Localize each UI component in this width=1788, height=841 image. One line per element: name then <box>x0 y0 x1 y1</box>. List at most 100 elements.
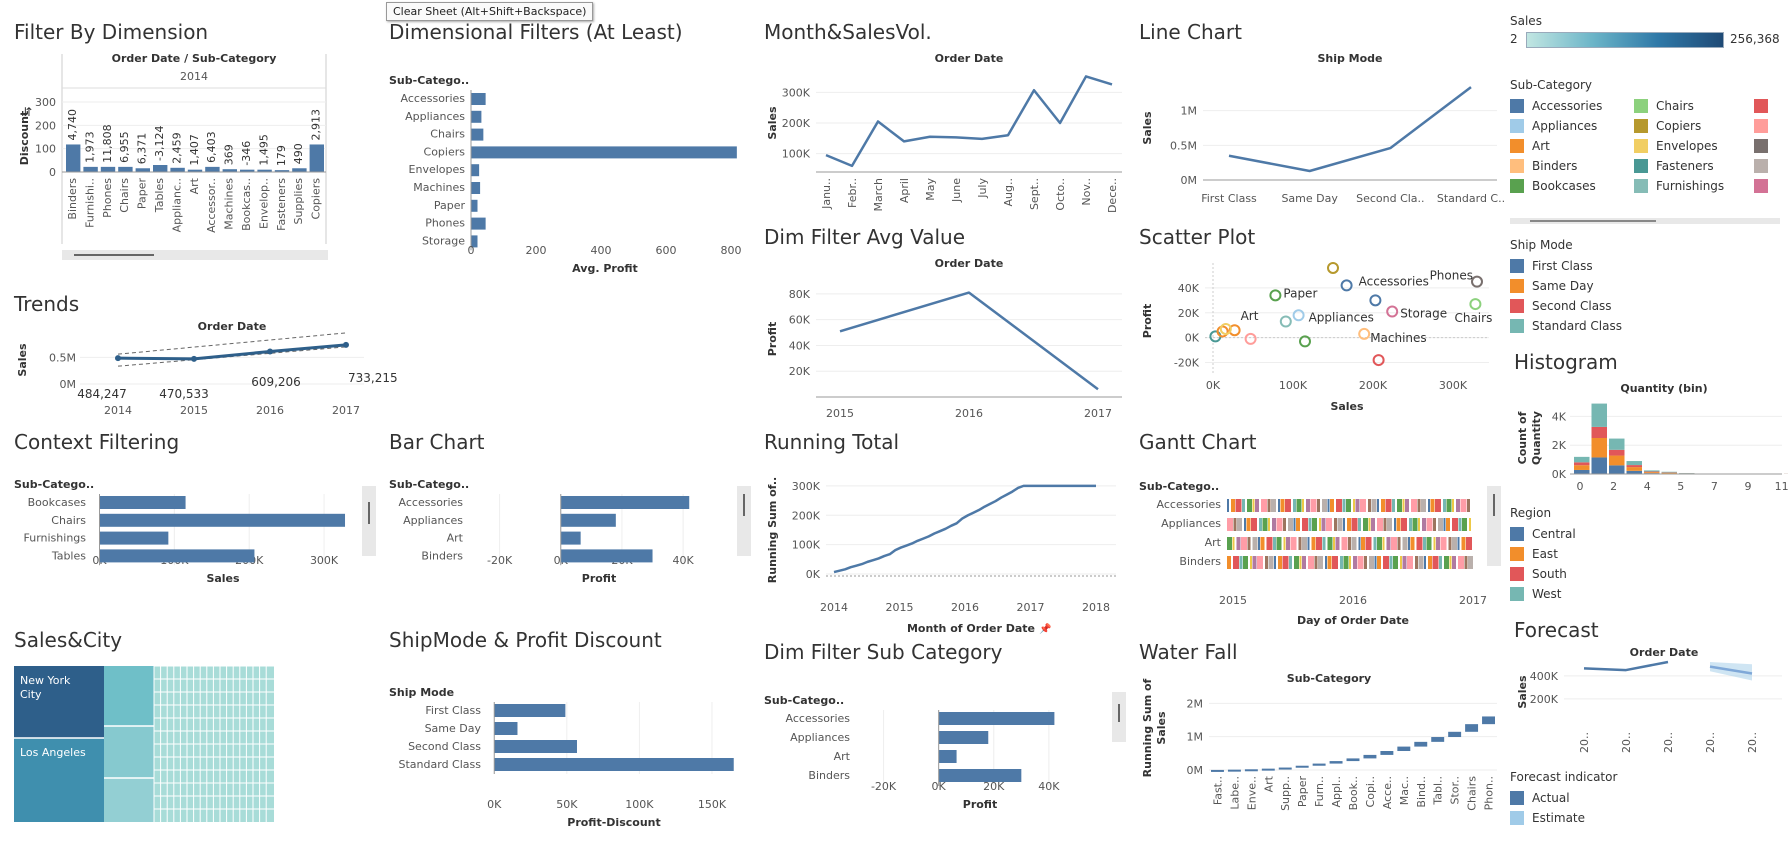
legend-item[interactable]: Second Class <box>1510 296 1780 316</box>
gantt-bar[interactable] <box>1276 537 1282 550</box>
waterfall-bar[interactable] <box>1261 768 1275 771</box>
trends-chart[interactable]: Order Date 0.5M 0M Sales 484,247 470,533 609,2… <box>14 320 398 422</box>
waterfall-bar[interactable] <box>1397 746 1411 752</box>
bar[interactable] <box>99 496 186 509</box>
legend-item[interactable]: Bookcases <box>1510 176 1602 196</box>
gantt-bar[interactable] <box>1247 537 1251 550</box>
gantt-bar[interactable] <box>1261 499 1267 512</box>
legend-item[interactable]: Central <box>1510 524 1780 544</box>
gantt-bar[interactable] <box>1290 537 1297 550</box>
gantt-bar[interactable] <box>1314 556 1318 569</box>
gantt-bar[interactable] <box>1262 518 1268 531</box>
histogram-bar[interactable] <box>1644 471 1660 473</box>
dim-avg-chart[interactable]: Order Date 80K 60K 40K 20K Profit 2015 2016 2017 <box>764 257 1126 429</box>
waterfall-bar[interactable] <box>1465 724 1479 732</box>
gantt-bar[interactable] <box>1416 537 1423 550</box>
gantt-bar[interactable] <box>1327 499 1330 512</box>
gantt-bar[interactable] <box>1278 499 1280 512</box>
gantt-bar[interactable] <box>1321 518 1326 531</box>
gantt-bar[interactable] <box>1332 556 1338 569</box>
histogram-bar[interactable] <box>1609 455 1625 466</box>
gantt-bar[interactable] <box>1377 556 1381 569</box>
gantt-bar[interactable] <box>1360 499 1366 512</box>
gantt-bar[interactable] <box>1411 499 1417 512</box>
gantt-bar[interactable] <box>1422 518 1426 531</box>
gantt-bar[interactable] <box>1443 518 1446 531</box>
gantt-bar[interactable] <box>1282 556 1289 569</box>
gantt-bar[interactable] <box>1452 556 1456 569</box>
gantt-bar[interactable] <box>1327 556 1332 569</box>
gantt-bar[interactable] <box>1424 556 1426 569</box>
gantt-bar[interactable] <box>1296 499 1302 512</box>
waterfall-bar[interactable] <box>1295 765 1309 768</box>
histogram-bar[interactable] <box>1609 465 1625 474</box>
gantt-bar[interactable] <box>1417 499 1421 512</box>
gantt-bar[interactable] <box>1299 556 1302 569</box>
gantt-bar[interactable] <box>1312 518 1317 531</box>
gantt-bar[interactable] <box>1343 556 1349 569</box>
gantt-bar[interactable] <box>1308 518 1312 531</box>
gantt-bar[interactable] <box>1374 556 1377 569</box>
bar[interactable] <box>66 144 81 172</box>
gantt-bar[interactable] <box>1383 518 1387 531</box>
waterfall-bar[interactable] <box>1482 716 1495 725</box>
gantt-bar[interactable] <box>1444 556 1449 569</box>
gantt-bar[interactable] <box>1307 537 1310 550</box>
gantt-bar[interactable] <box>1276 518 1283 531</box>
gantt-bar[interactable] <box>1325 556 1327 569</box>
bar[interactable] <box>135 168 150 172</box>
histogram-chart[interactable]: Quantity (bin) 4K 2K 0K Count of Quantity 0 2 4 5… <box>1514 380 1788 506</box>
month-sales-chart[interactable]: Order Date 300K 200K 100KSales Janu.. Febr.. M… <box>764 52 1126 234</box>
series-line[interactable] <box>839 291 1099 391</box>
legend-item[interactable]: Appliances <box>1510 116 1602 136</box>
histogram-bar[interactable] <box>1644 472 1660 474</box>
bar-chart-scrollbar[interactable] <box>737 486 751 556</box>
bar[interactable] <box>471 93 486 105</box>
treemap-cell[interactable] <box>104 726 154 778</box>
gantt-bar[interactable] <box>1393 556 1398 569</box>
gantt-bar[interactable] <box>1369 556 1374 569</box>
gantt-bar[interactable] <box>1412 518 1418 531</box>
scroll-thumb[interactable] <box>74 254 154 256</box>
gantt-bar[interactable] <box>1233 556 1239 569</box>
waterfall-bar[interactable] <box>1346 758 1360 762</box>
dim-sub-chart[interactable]: Sub-Catego..-20K 0K 20K 40KAccessoriesAppli… <box>764 674 1126 834</box>
gantt-bar[interactable] <box>1236 537 1241 550</box>
legend-item[interactable]: Art <box>1510 136 1602 156</box>
gantt-bar[interactable] <box>1237 518 1242 531</box>
waterfall-bar[interactable] <box>1448 731 1462 738</box>
data-point[interactable] <box>191 355 197 362</box>
gantt-bar[interactable] <box>1435 499 1441 512</box>
gantt-bar[interactable] <box>1371 499 1377 512</box>
legend-item[interactable] <box>1754 96 1776 116</box>
filter-dim-chart[interactable]: Order Date / Sub-Category20143002001000D… <box>14 52 376 294</box>
bar[interactable] <box>494 758 734 771</box>
waterfall-bar[interactable] <box>1211 769 1224 772</box>
gantt-bar[interactable] <box>1289 556 1292 569</box>
bar[interactable] <box>309 144 324 172</box>
gantt-bar[interactable] <box>1396 518 1401 531</box>
gantt-bar[interactable] <box>1317 499 1320 512</box>
gantt-bar[interactable] <box>1294 556 1299 569</box>
forecast-chart[interactable]: Order Date 400K 200KSales 20.. 20.. 20.. 20.. 2… <box>1514 646 1784 788</box>
gantt-bar[interactable] <box>1257 556 1263 569</box>
bar[interactable] <box>471 146 737 159</box>
gantt-bar[interactable] <box>1402 499 1405 512</box>
scatter-chart[interactable]: 40K 20K 0K -20K 0K 100K 200K 300K Profit Sales Acc… <box>1139 255 1501 425</box>
bar[interactable] <box>99 531 169 545</box>
legend-item[interactable]: Chairs <box>1634 96 1724 116</box>
gantt-bar[interactable] <box>1288 518 1293 531</box>
gantt-bar[interactable] <box>1468 556 1473 569</box>
gantt-bar[interactable] <box>1363 518 1368 531</box>
series-line[interactable] <box>1228 86 1472 173</box>
gantt-bar[interactable] <box>1343 518 1345 531</box>
gantt-bar[interactable] <box>1310 499 1317 512</box>
gantt-bar[interactable] <box>1241 537 1247 550</box>
bar[interactable] <box>938 750 957 763</box>
legend-item[interactable]: West <box>1510 584 1780 604</box>
gantt-bar[interactable] <box>1250 556 1252 569</box>
scatter-point[interactable] <box>1386 305 1399 318</box>
legend-item[interactable]: Fasteners <box>1634 156 1724 176</box>
gantt-bar[interactable] <box>1385 499 1392 512</box>
legend-item[interactable]: Envelopes <box>1634 136 1724 156</box>
